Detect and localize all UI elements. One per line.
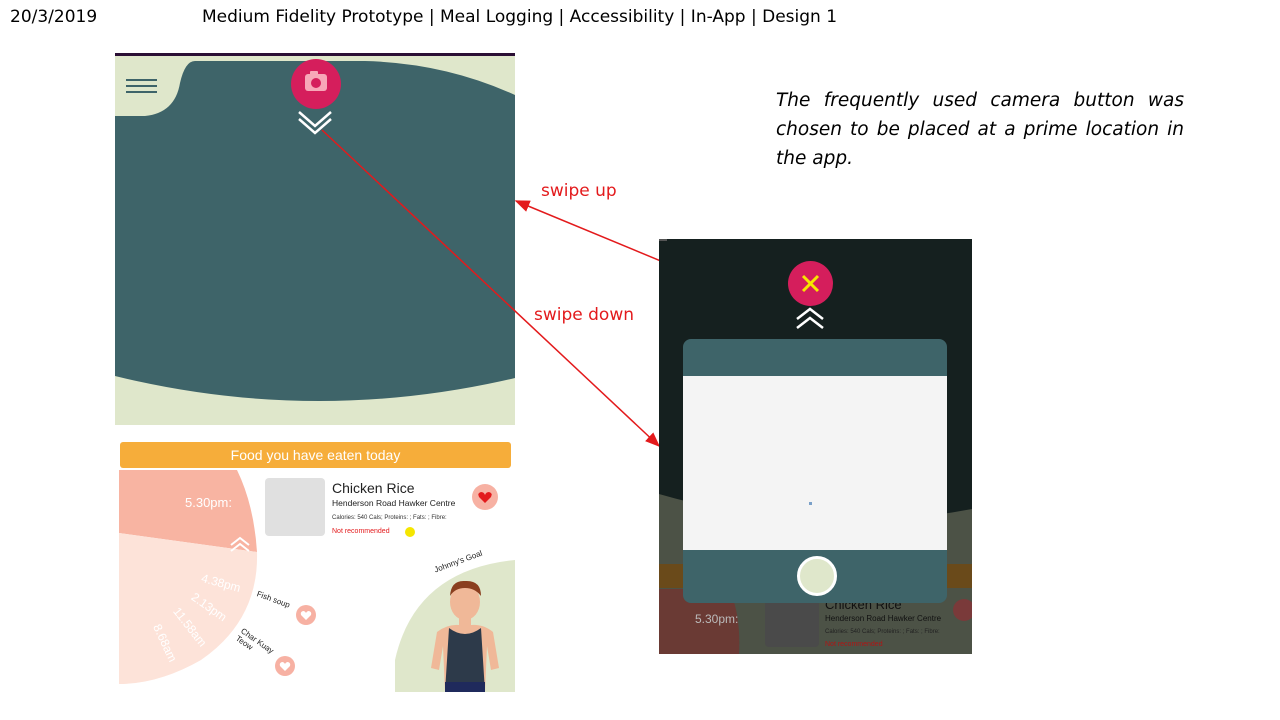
food-nutrition: Calories: 540 Cals; Proteins: ; Fats: ; … xyxy=(825,629,940,635)
swipe-up-label: swipe up xyxy=(541,181,617,201)
shutter-button[interactable] xyxy=(797,556,837,596)
camera-viewfinder[interactable] xyxy=(683,376,947,550)
camera-overlay-prototype: 5.30pm: Chicken Rice Henderson Road Hawk… xyxy=(659,239,972,654)
swipe-down-label: swipe down xyxy=(534,305,635,325)
timeline-time-current: 5.30pm: xyxy=(695,612,739,626)
food-location: Henderson Road Hawker Centre xyxy=(825,614,942,623)
close-camera-button[interactable] xyxy=(788,261,833,306)
close-icon xyxy=(801,274,820,293)
camera-dialog xyxy=(683,339,947,603)
hamburger-icon xyxy=(659,239,667,241)
favorite-button[interactable] xyxy=(953,599,972,621)
not-recommended-label: Not recommended xyxy=(825,641,883,648)
focus-dot xyxy=(809,502,812,505)
double-chevron-up-icon[interactable] xyxy=(795,307,825,331)
flow-arrows xyxy=(321,129,809,448)
